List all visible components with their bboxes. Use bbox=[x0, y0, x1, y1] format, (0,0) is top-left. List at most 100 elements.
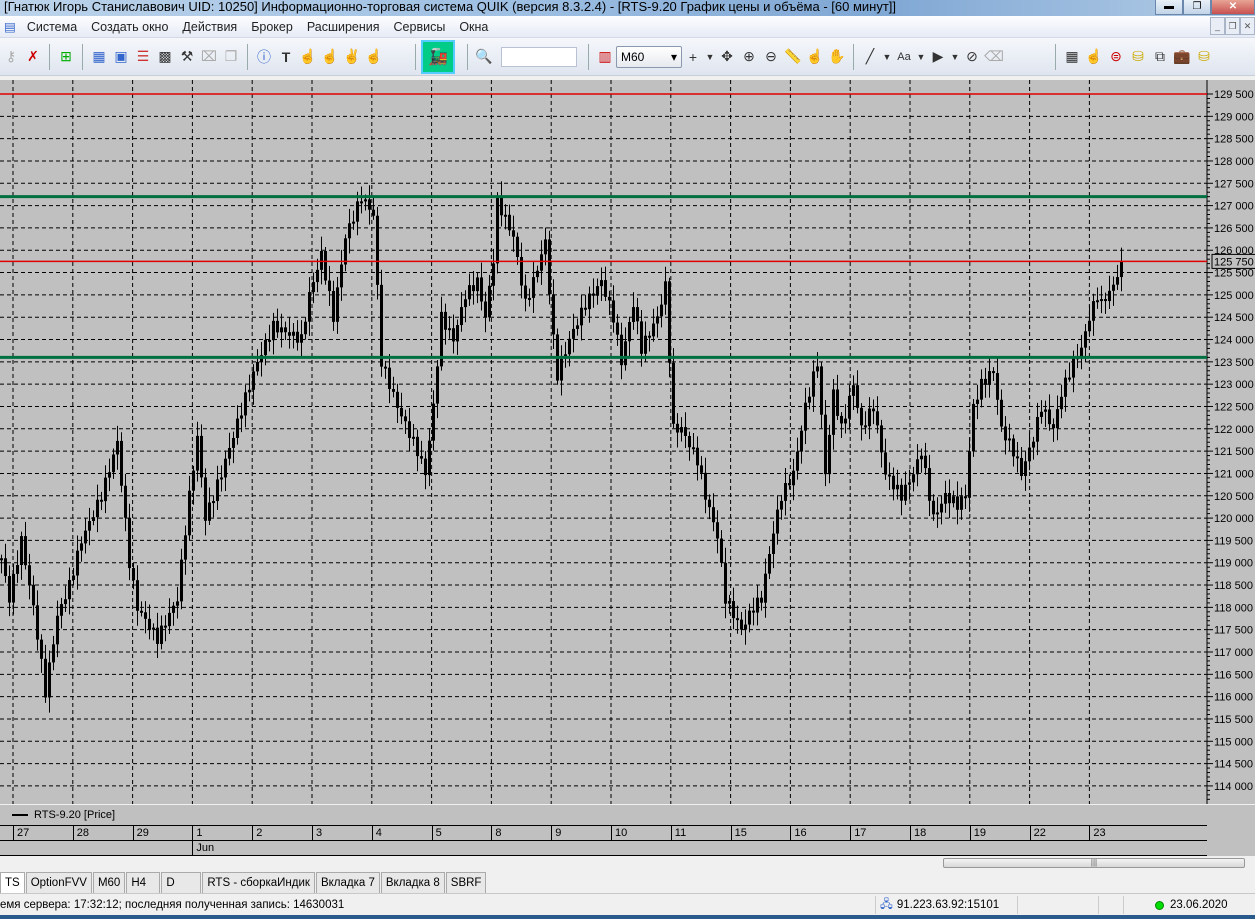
tab-m60[interactable]: M60 bbox=[92, 872, 126, 893]
key-icon[interactable]: ⚷ bbox=[0, 46, 22, 68]
menu-services[interactable]: Сервисы bbox=[387, 20, 453, 34]
hand-stop-icon[interactable]: ✌ bbox=[341, 46, 363, 68]
menu-create-window[interactable]: Создать окно bbox=[84, 20, 175, 34]
zoom-in-icon[interactable]: ⊕ bbox=[738, 46, 760, 68]
alert-icon[interactable]: ⓘ bbox=[253, 46, 275, 68]
app-menu-icon[interactable]: ▤ bbox=[0, 19, 20, 34]
quik-logo-icon[interactable]: 🚂 bbox=[421, 39, 455, 74]
day-label: 19 bbox=[969, 826, 1030, 841]
candle-body bbox=[476, 277, 479, 292]
candle-body bbox=[40, 639, 43, 659]
candle-body bbox=[480, 277, 483, 302]
candle-body bbox=[1092, 301, 1095, 321]
hand-buy-icon[interactable]: ☝ bbox=[297, 46, 319, 68]
limits-icon[interactable]: ⊜ bbox=[1105, 46, 1127, 68]
briefcase-icon[interactable]: 💼 bbox=[1171, 46, 1193, 68]
day-label: 23 bbox=[1089, 826, 1149, 841]
candle-body bbox=[356, 201, 359, 222]
mdi-minimize-button[interactable]: _ bbox=[1210, 17, 1225, 35]
candle-body bbox=[252, 371, 255, 390]
candle-body bbox=[936, 512, 939, 515]
close-button[interactable]: ✕ bbox=[1211, 0, 1255, 15]
tab-sbrf[interactable]: SBRF bbox=[445, 872, 487, 893]
orders-table-icon[interactable]: ☰ bbox=[132, 46, 154, 68]
scrollbar-thumb[interactable]: ||| bbox=[943, 858, 1245, 868]
briefcase-money-icon[interactable]: ⛁ bbox=[1193, 46, 1215, 68]
candle-body bbox=[848, 395, 851, 419]
mdi-restore-button[interactable]: ❐ bbox=[1225, 17, 1240, 35]
candle-body bbox=[1020, 457, 1023, 476]
chart-settings-icon[interactable]: ▦ bbox=[1061, 46, 1083, 68]
edit-table-icon[interactable]: ⚒ bbox=[176, 46, 198, 68]
candle-body bbox=[344, 238, 347, 265]
portfolio-icon[interactable]: ⧉ bbox=[1149, 46, 1171, 68]
search-input[interactable] bbox=[501, 46, 577, 67]
delete-drawings-icon[interactable]: ⌫ bbox=[983, 46, 1005, 68]
tab-rts[interactable]: TS bbox=[0, 872, 25, 894]
copy-table-icon[interactable]: ❐ bbox=[220, 46, 242, 68]
candle-body bbox=[8, 576, 11, 603]
interval-select[interactable]: M60 ▾ bbox=[616, 45, 682, 68]
delete-table-icon[interactable]: ⌧ bbox=[198, 46, 220, 68]
candle-body bbox=[36, 605, 39, 640]
candle-body bbox=[540, 254, 543, 271]
line-dropdown-icon[interactable]: ▼ bbox=[881, 46, 893, 68]
search-icon[interactable]: 🔍 bbox=[473, 46, 495, 68]
tab-rts-sborka[interactable]: RTS - сборкаИндик bbox=[202, 872, 315, 893]
menu-system[interactable]: Система bbox=[20, 20, 84, 34]
mdi-close-button[interactable]: ✕ bbox=[1240, 17, 1255, 35]
menu-windows[interactable]: Окна bbox=[452, 20, 495, 34]
price-chart-canvas[interactable]: 129 500 129 000 128 500 128 000 127 500 127 0… bbox=[0, 80, 1255, 804]
ruler-icon[interactable]: 📏 bbox=[782, 46, 804, 68]
candle-body bbox=[1096, 300, 1099, 303]
money-icon[interactable]: ⛁ bbox=[1127, 46, 1149, 68]
grab-hand-icon[interactable]: ✋ bbox=[826, 46, 848, 68]
text-icon[interactable]: T bbox=[275, 46, 297, 68]
status-date: 23.06.2020 bbox=[1170, 899, 1228, 911]
hand-sell-icon[interactable]: ☝ bbox=[319, 46, 341, 68]
order-table-hand-icon[interactable]: ☝ bbox=[1083, 46, 1105, 68]
chart-type-icon[interactable]: ▥ bbox=[594, 46, 616, 68]
menu-broker[interactable]: Брокер bbox=[244, 20, 300, 34]
candle-body bbox=[352, 221, 355, 224]
pointer-hand-icon[interactable]: ☝ bbox=[804, 46, 826, 68]
crosshair-icon[interactable]: + bbox=[682, 46, 704, 68]
marker-dropdown-icon[interactable]: ▼ bbox=[949, 46, 961, 68]
hide-drawings-icon[interactable]: ⊘ bbox=[961, 46, 983, 68]
day-label: 9 bbox=[551, 826, 611, 841]
minimize-button[interactable]: ▬ bbox=[1155, 0, 1183, 15]
restore-button[interactable]: ❐ bbox=[1183, 0, 1211, 15]
price-chart[interactable]: 129 500 129 000 128 500 128 000 127 500 127 0… bbox=[0, 80, 1255, 804]
tab-vkladka-8[interactable]: Вкладка 8 bbox=[380, 872, 445, 893]
candle-body bbox=[16, 564, 19, 574]
quotes-table-icon[interactable]: ▦ bbox=[88, 46, 110, 68]
horizontal-scrollbar[interactable]: ||| bbox=[0, 856, 1255, 870]
trades-table-icon[interactable]: ▩ bbox=[154, 46, 176, 68]
tab-vkladka-7[interactable]: Вкладка 7 bbox=[315, 872, 380, 893]
text-dropdown-icon[interactable]: ▼ bbox=[915, 46, 927, 68]
candle-body bbox=[324, 250, 327, 281]
chart-window-icon[interactable]: ▣ bbox=[110, 46, 132, 68]
disconnect-key-icon[interactable]: ✗ bbox=[22, 46, 44, 68]
candle-body bbox=[772, 533, 775, 554]
zoom-out-icon[interactable]: ⊖ bbox=[760, 46, 782, 68]
menu-actions[interactable]: Действия bbox=[175, 20, 244, 34]
text-tool-icon[interactable]: Aa bbox=[893, 46, 915, 68]
candle-body bbox=[660, 304, 663, 317]
menu-extensions[interactable]: Расширения bbox=[300, 20, 387, 34]
candle-body bbox=[168, 612, 171, 627]
candle-body bbox=[884, 452, 887, 475]
crosshair-dropdown-icon[interactable]: ▼ bbox=[704, 46, 716, 68]
candle-body bbox=[632, 307, 635, 323]
line-tool-icon[interactable]: ╱ bbox=[859, 46, 881, 68]
candle-body bbox=[316, 269, 319, 283]
candle-body bbox=[796, 451, 799, 471]
candle-body bbox=[104, 477, 107, 502]
tab-optionfvv[interactable]: OptionFVV bbox=[25, 872, 92, 893]
tab-d[interactable]: D bbox=[161, 872, 202, 893]
new-table-icon[interactable]: ⊞ bbox=[55, 46, 77, 68]
marker-tool-icon[interactable]: ▶ bbox=[927, 46, 949, 68]
move-icon[interactable]: ✥ bbox=[716, 46, 738, 68]
hand-cancel-icon[interactable]: ☝ bbox=[363, 46, 385, 68]
tab-h4[interactable]: H4 bbox=[126, 872, 161, 893]
